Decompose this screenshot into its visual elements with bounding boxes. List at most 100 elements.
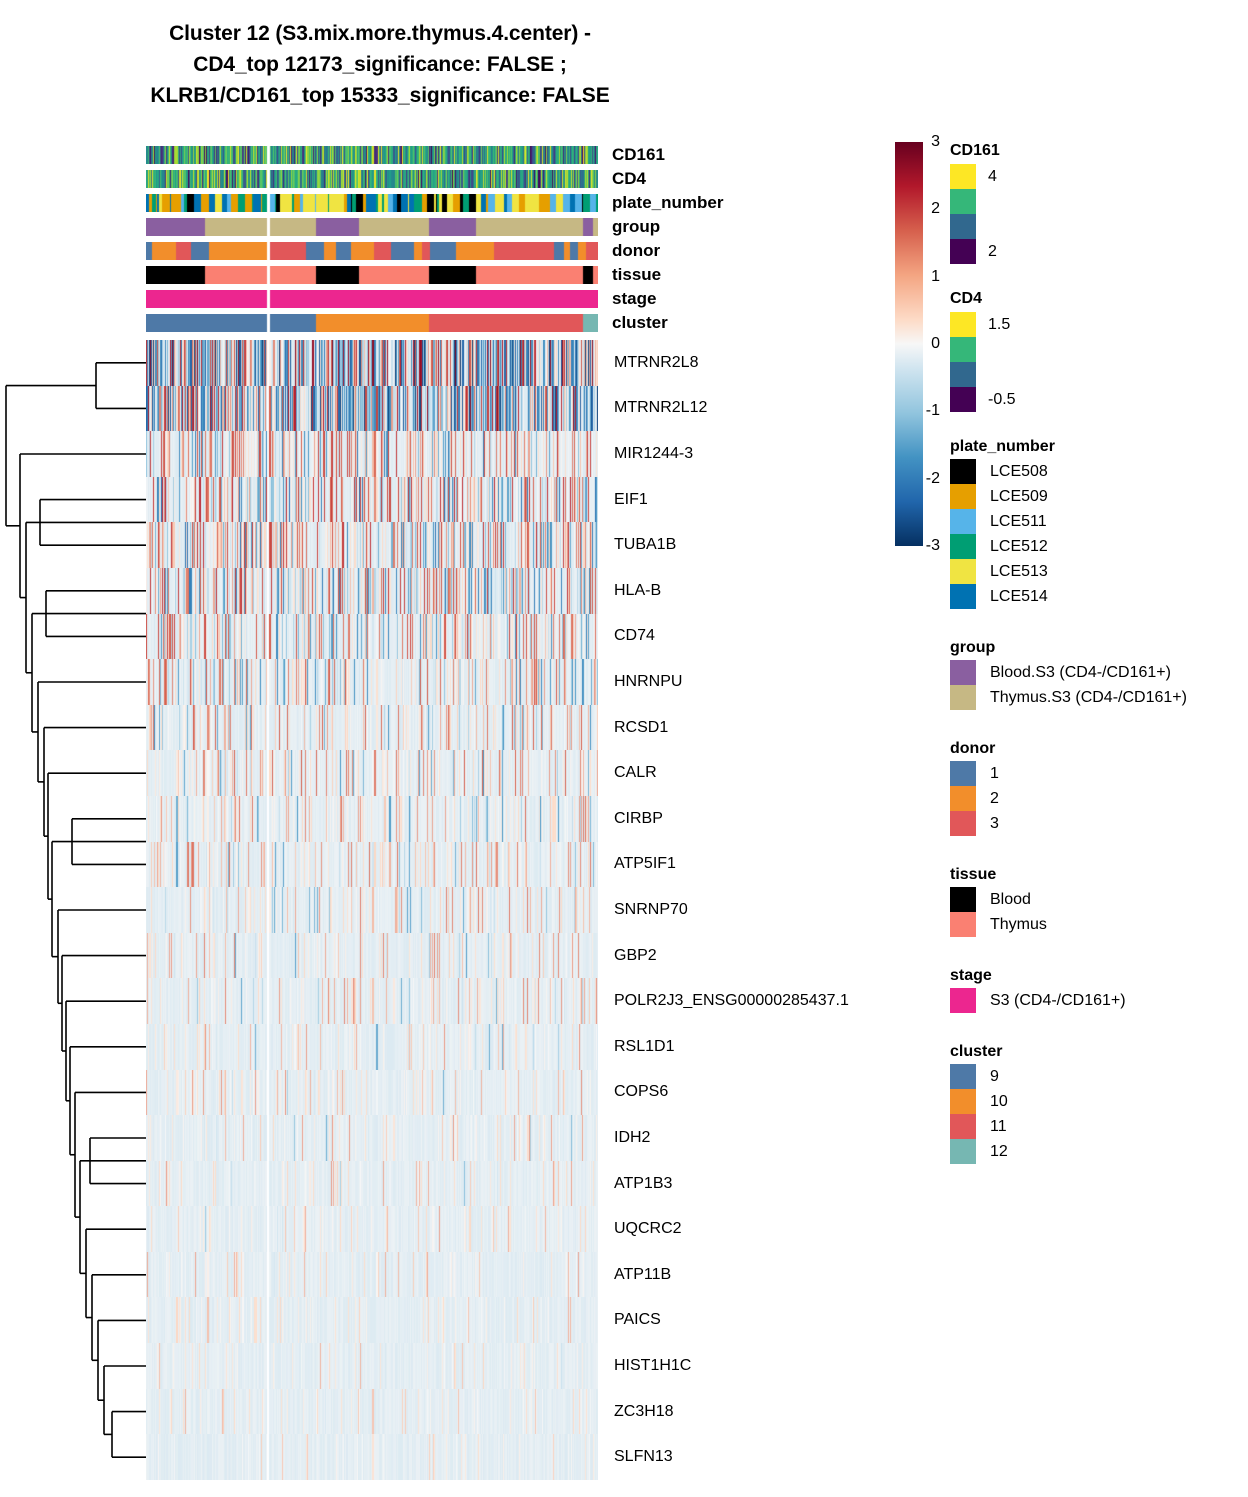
heatmap-row-canvas <box>146 887 598 933</box>
heatmap-row <box>146 1206 598 1252</box>
legend-color-swatch <box>950 337 976 362</box>
legend-item-label: 11 <box>990 1117 1007 1135</box>
annotation-canvas-CD161 <box>146 146 598 164</box>
legend-item: LCE512 <box>950 534 1055 559</box>
legend-color-swatch <box>950 761 976 786</box>
heatmap-row-canvas <box>146 431 598 477</box>
legend-CD4: CD4 1.5 -0.5 <box>950 290 1016 412</box>
heatmap-row-canvas <box>146 1206 598 1252</box>
legend-color-swatch <box>950 660 976 685</box>
legend-color-swatch <box>950 387 976 412</box>
legend-color-swatch <box>950 312 976 337</box>
legend-item-label: LCE509 <box>990 487 1048 505</box>
heatmap-row <box>146 841 598 888</box>
legend-color-swatch <box>950 887 976 912</box>
legend-item-label: 10 <box>990 1092 1008 1110</box>
gene-label: TUBA1B <box>614 536 677 554</box>
legend-item: 12 <box>950 1139 1008 1164</box>
heatmap-row <box>146 567 598 614</box>
legend-color-swatch <box>950 584 976 609</box>
annotation-label-tissue: tissue <box>612 265 662 284</box>
legend-swatch-row <box>950 337 1016 362</box>
legend-item-label: 9 <box>990 1067 999 1085</box>
legend-color-swatch <box>950 811 976 836</box>
annotation-canvas-CD4 <box>146 170 598 188</box>
page-title: Cluster 12 (S3.mix.more.thymus.4.center)… <box>0 18 760 111</box>
heatmap-row-canvas <box>146 1023 598 1070</box>
legend-title-group: group <box>950 639 996 656</box>
legend-item-label: LCE514 <box>990 587 1048 605</box>
gene-label: IDH2 <box>614 1129 651 1146</box>
heatmap-row <box>146 750 598 796</box>
heatmap-row <box>146 659 598 705</box>
colorbar-tick-label: 2 <box>931 200 940 218</box>
colorbar-tick-label: 3 <box>931 133 940 150</box>
heatmap-row <box>146 522 598 568</box>
legend-item: LCE514 <box>950 584 1055 609</box>
gene-label: MIR1244-3 <box>614 445 694 462</box>
legend-swatch-row: 4 <box>950 164 1000 189</box>
annotation-label-cluster: cluster <box>612 313 668 332</box>
legend-item: Blood <box>950 887 1047 912</box>
legend-plate_number: plate_number LCE508 LCE509 LCE511 LCE512 LCE5… <box>950 438 1055 609</box>
gene-label: ATP1B3 <box>614 1174 673 1192</box>
heatmap-row-canvas <box>146 1115 598 1161</box>
legend-color-swatch <box>950 1114 976 1139</box>
annotation-strip-stage <box>146 290 598 308</box>
legend-item: LCE513 <box>950 559 1055 584</box>
gene-label: HNRNPU <box>614 673 683 690</box>
legend-color-swatch <box>950 912 976 937</box>
heatmap-row-canvas <box>146 841 598 888</box>
heatmap-row-canvas <box>146 385 598 432</box>
legend-swatch-row <box>950 214 1000 239</box>
gene-label: CIRBP <box>614 809 663 827</box>
annotation-canvas-plate_number <box>146 194 598 212</box>
colorbar-tick-label: -3 <box>925 537 940 554</box>
heatmap-row-canvas <box>146 1343 598 1389</box>
legend-item-label: LCE512 <box>990 537 1048 555</box>
gene-label: POLR2J3_ENSG00000285437.1 <box>614 992 849 1010</box>
heatmap-row-canvas <box>146 795 598 842</box>
annotation-canvas-stage <box>146 290 598 308</box>
legend-item: Thymus.S3 (CD4-/CD161+) <box>950 685 1187 710</box>
legend-item: 10 <box>950 1089 1008 1114</box>
legend-title-CD4: CD4 <box>950 290 983 307</box>
annotation-label-stage: stage <box>612 289 657 308</box>
legend-color-swatch <box>950 189 976 214</box>
legend-title-plate_number: plate_number <box>950 438 1055 455</box>
legend-item-label: 2 <box>990 789 999 807</box>
legend-donor: donor 1 2 3 <box>950 740 999 836</box>
colorbar-tick-label: -1 <box>925 402 940 420</box>
legend-item: 9 <box>950 1064 1008 1089</box>
legend-item-label: 3 <box>990 814 999 832</box>
gene-label: GBP2 <box>614 946 657 964</box>
heatmap-row <box>146 1297 598 1344</box>
legend-color-swatch <box>950 509 976 534</box>
legend-color-swatch <box>950 214 976 239</box>
colorbar-tick-label: 0 <box>931 335 940 352</box>
colorbar-tick-label: 1 <box>931 267 940 285</box>
legend-stage: stage S3 (CD4-/CD161+) <box>950 967 1126 1013</box>
gene-label: SLFN13 <box>614 1448 673 1466</box>
legend-item-label: 1 <box>990 764 999 782</box>
legend-value-label: 2 <box>988 242 997 260</box>
legend-item-label: Blood <box>990 890 1031 908</box>
gene-label: CALR <box>614 764 657 782</box>
heatmap-row-canvas <box>146 1069 598 1116</box>
heatmap-row-canvas <box>146 659 598 705</box>
legend-title-donor: donor <box>950 740 996 757</box>
heatmap-row <box>146 978 598 1024</box>
legend-value-label: -0.5 <box>988 390 1016 408</box>
legend-item-label: 12 <box>990 1142 1008 1160</box>
legend-item: LCE511 <box>950 509 1055 534</box>
heatmap-row <box>146 385 598 432</box>
annotation-label-group: group <box>612 217 661 236</box>
legend-title-cluster: cluster <box>950 1043 1003 1060</box>
gene-label: UQCRC2 <box>614 1220 682 1238</box>
legend-item: Blood.S3 (CD4-/CD161+) <box>950 660 1187 685</box>
heatmap-row-canvas <box>146 932 598 979</box>
legend-color-swatch <box>950 1139 976 1164</box>
annotation-strip-donor <box>146 242 598 260</box>
heatmap-row <box>146 1069 598 1116</box>
heatmap-row-canvas <box>146 476 598 523</box>
